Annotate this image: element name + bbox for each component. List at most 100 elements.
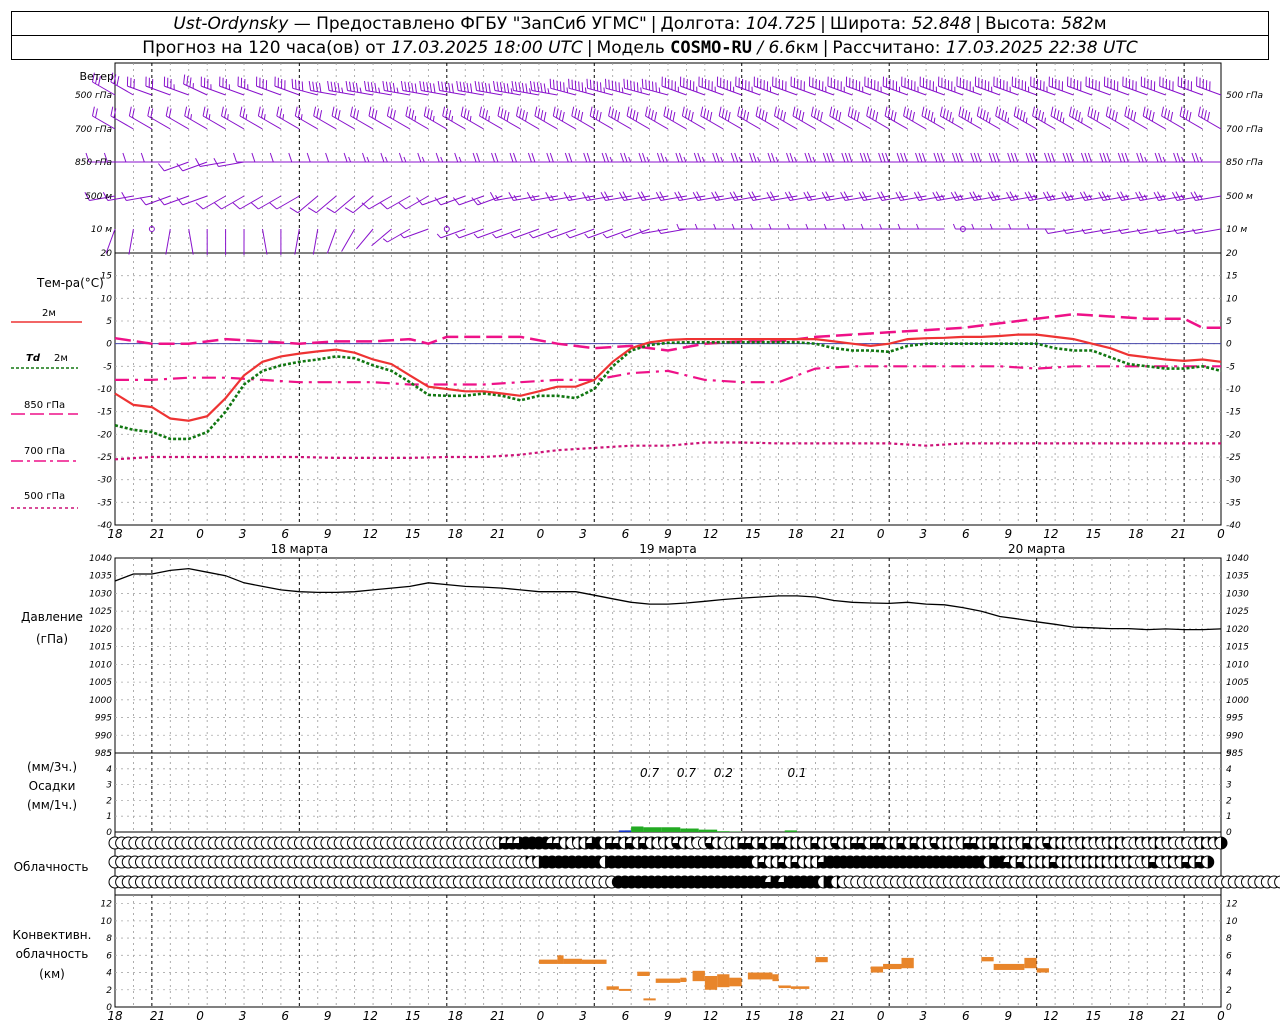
x-tick-label: 6 [962,527,970,541]
y-tick-left: 995 [95,714,112,724]
barb-feather [862,191,868,201]
barb-feather [344,207,354,214]
barb-half-feather [458,156,462,163]
barb-staff [165,115,189,130]
barb-feather [540,110,544,120]
barb-feather [379,202,388,210]
barb-feather [525,83,528,93]
wind-barb [232,195,263,210]
barb-feather [687,110,691,120]
barb-feather [976,106,980,117]
conv-bar [563,958,582,964]
wind-barb [1124,106,1148,130]
x-tick-label: 12 [363,527,378,541]
wind-barb [805,223,834,230]
barb-feather [1191,152,1196,163]
barb-half-feather [996,194,1000,200]
y-tick-left: -30 [97,476,112,486]
barb-feather [752,152,757,163]
barb-feather [1029,152,1034,163]
wind-barb [261,228,268,255]
barb-feather [470,83,473,93]
barb-staff [297,195,319,214]
barb-staff [110,81,134,96]
wind-level-right: 850 гПа [1226,158,1263,168]
wind-level-right: 500 гПа [1226,91,1263,101]
conv-bar [557,955,564,964]
conv-label-2: облачность [16,947,89,961]
barb-staff [165,228,171,255]
barb-feather [918,152,923,163]
conv-bar [901,957,914,969]
wind-barb [772,76,798,96]
barb-feather [506,111,510,122]
wind-barb [386,106,411,130]
wind-barb [331,106,355,130]
barb-half-feather [787,223,790,230]
barb-feather [1022,111,1026,122]
barb-feather [189,77,192,88]
barb-half-feather [488,115,490,122]
wind-barb [938,76,964,96]
conv-bar [870,966,884,973]
barb-feather [826,152,831,163]
precip-bar [631,826,644,832]
barb-feather [936,152,941,163]
barb-feather [1006,191,1012,201]
barb-half-feather [1143,194,1148,200]
barb-feather [1173,152,1178,163]
barb-half-feather [676,223,680,230]
x-tick-label: 0 [196,527,204,541]
x-tick-label: 18 [788,527,804,541]
barb-half-feather [603,87,605,93]
wind-barb [547,228,577,239]
barb-feather [858,191,865,201]
barb-feather [881,152,886,163]
barb-feather [371,108,375,118]
barb-feather [1207,111,1210,122]
wind-barb [126,76,153,96]
barb-feather [429,110,433,120]
barb-feather [95,108,98,118]
barb-feather [866,152,871,163]
barb-feather [988,152,993,163]
barb-feather [1145,108,1149,118]
barb-feather [669,110,673,120]
barb-feather [260,108,264,118]
barb-feather [393,110,396,120]
barb-staff [737,115,761,130]
x-tick-label: 6 [281,527,289,541]
barb-half-feather [1051,194,1056,200]
conv-bar [680,977,687,983]
wind-barb [1196,76,1222,96]
barb-feather [476,152,481,163]
wind-level-left: 500 гПа [75,91,112,101]
barb-feather [1004,111,1008,122]
barb-feather [777,108,780,118]
barb-staff [326,228,337,254]
barb-half-feather [916,223,919,230]
barb-feather [214,202,222,210]
barb-half-feather [989,223,993,230]
barb-feather [890,110,894,120]
barb-feather [508,191,514,201]
barb-feather [1171,191,1178,201]
wind-barb [565,228,595,239]
barb-half-feather [757,156,761,163]
barb-half-feather [621,87,624,93]
y-tick-right: 990 [1226,731,1243,741]
y-tick-right: 10 [1226,917,1238,927]
barb-half-feather [1044,117,1046,124]
barb-staff [1142,115,1166,130]
barb-half-feather [1192,228,1196,234]
barb-feather [448,110,452,120]
barb-feather [608,79,610,90]
barb-feather [294,106,298,117]
barb-feather [404,81,407,92]
legend-700: 700 гПа [24,446,65,457]
barb-feather [1038,110,1041,120]
barb-staff [700,115,724,130]
barb-half-feather [1099,228,1104,234]
wind-barb [1013,106,1037,130]
barb-feather [444,82,447,92]
